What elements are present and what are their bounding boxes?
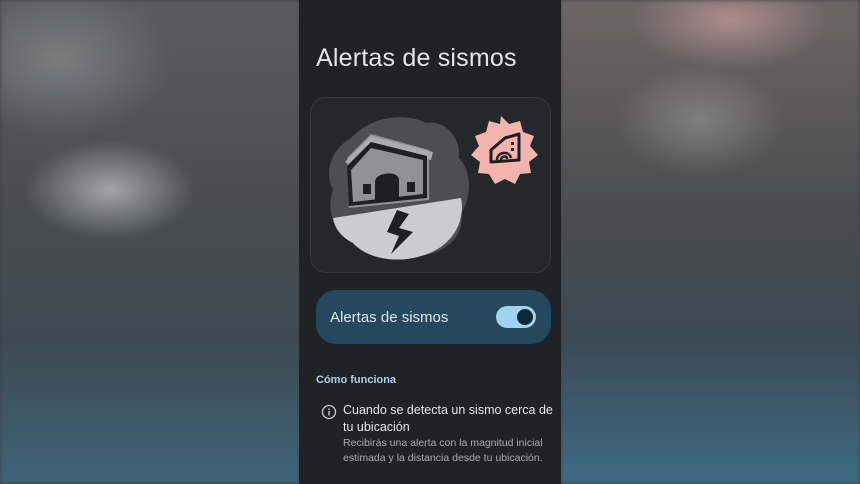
house-earthquake-icon: [329, 117, 469, 260]
house-signal-icon: [471, 116, 538, 184]
blurred-background-right: [560, 0, 860, 484]
toggle-label: Alertas de sismos: [330, 308, 449, 326]
page-title: Alertas de sismos: [316, 44, 517, 72]
phone-screen: Alertas de sismos Alertas de sismos Cómo…: [299, 0, 561, 484]
blurred-background-left: [0, 0, 300, 484]
info-item-title: Cuando se detecta un sismo cerca de tu u…: [343, 403, 553, 434]
section-header-how-it-works: Cómo funciona: [316, 374, 397, 386]
info-icon: [321, 404, 337, 420]
illustration-card: [310, 97, 551, 273]
earthquake-alerts-switch[interactable]: [496, 306, 536, 328]
switch-knob: [517, 309, 533, 325]
earthquake-illustration: [329, 116, 538, 260]
earthquake-alerts-toggle-row[interactable]: Alertas de sismos: [316, 290, 551, 344]
info-item-description: Recibirás una alerta con la magnitud ini…: [343, 437, 543, 464]
